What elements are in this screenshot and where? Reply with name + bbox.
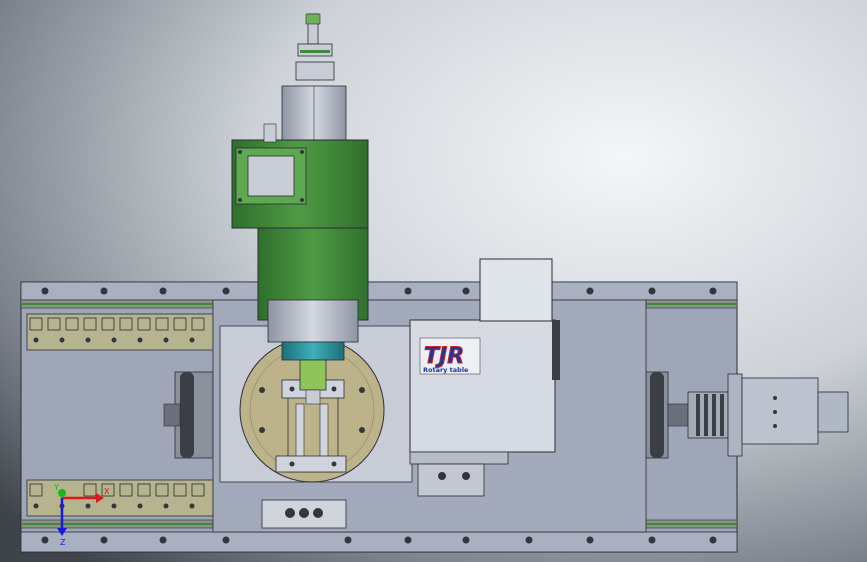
triad-y-label: Y (53, 483, 59, 492)
triad-y-marker (58, 489, 66, 497)
logo-subtitle-text: Rotary table (423, 366, 469, 374)
triad-z-label: Z (60, 538, 66, 547)
triad-x-label: X (104, 487, 110, 496)
cad-viewport[interactable]: TJR Rotary table X Y Z (0, 0, 867, 562)
cad-model-drawing: TJR Rotary table X Y Z (0, 0, 867, 562)
tjr-logo: TJR Rotary table (419, 337, 481, 375)
